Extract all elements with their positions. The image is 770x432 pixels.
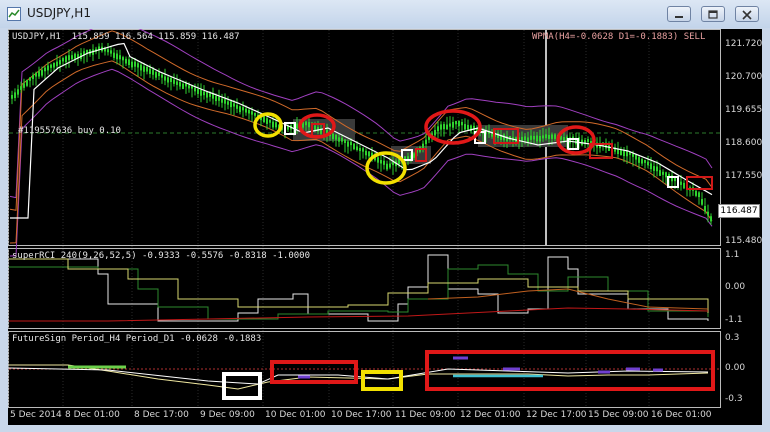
price-label: 115.480 (725, 236, 763, 246)
close-button[interactable] (735, 6, 759, 22)
time-axis-label: 8 Dec 17:00 (134, 410, 189, 420)
fs-scale-label: -0.3 (725, 394, 743, 404)
price-label: 119.655 (725, 105, 763, 115)
rci-header: superRCI 240(9,26,52,5) -0.9333 -0.5576 … (12, 251, 311, 261)
price-label: 121.720 (725, 39, 763, 49)
price-label: 120.700 (725, 72, 763, 82)
time-axis-label: 8 Dec 01:00 (65, 410, 120, 420)
price-label: 118.600 (725, 138, 763, 148)
close-icon (742, 10, 752, 20)
time-axis-label: 5 Dec 2014 (10, 410, 62, 420)
time-axis-label: 10 Dec 01:00 (265, 410, 326, 420)
time-axis-label: 12 Dec 01:00 (460, 410, 521, 420)
fs-scale-label: 0.3 (725, 333, 740, 343)
window-title: USDJPY,H1 (27, 6, 91, 20)
rci-scale-label: 1.1 (725, 250, 740, 260)
fs-scale-label: 0.00 (725, 363, 746, 373)
order-label: #119557636 buy 0.10 (18, 126, 121, 136)
terminal-window: USDJPY,H1 USDJPY,H1 115.859 116.564 115.… (0, 0, 770, 432)
current-price-label: 116.487 (718, 204, 760, 218)
minimize-button[interactable] (667, 6, 691, 22)
indicator-text: WPMA(H4=-0.0628 D1=-0.1883) SELL (532, 32, 706, 42)
chart-area[interactable]: USDJPY,H1 115.859 116.564 115.859 116.48… (8, 29, 762, 425)
rci-scale-label: -1.1 (725, 315, 743, 325)
time-axis-label: 9 Dec 09:00 (200, 410, 255, 420)
time-axis-label: 12 Dec 17:00 (526, 410, 587, 420)
time-axis-label: 10 Dec 17:00 (331, 410, 392, 420)
restore-button[interactable] (701, 6, 725, 22)
price-label: 117.550 (725, 171, 763, 181)
restore-icon (708, 10, 718, 19)
time-axis-label: 16 Dec 01:00 (651, 410, 712, 420)
chart-window-icon (7, 7, 21, 21)
chart-canvas[interactable] (8, 29, 762, 425)
minimize-icon (675, 16, 683, 18)
time-axis-label: 15 Dec 09:00 (588, 410, 649, 420)
rci-lines (9, 254, 709, 322)
time-axis-label: 11 Dec 09:00 (395, 410, 456, 420)
rci-scale-label: 0.00 (725, 282, 746, 292)
futuresign-header: FutureSign Period_H4 Period_D1 -0.0628 -… (12, 334, 262, 344)
title-bar: USDJPY,H1 (0, 0, 770, 28)
main-chart-header: USDJPY,H1 115.859 116.564 115.859 116.48… (12, 32, 240, 42)
